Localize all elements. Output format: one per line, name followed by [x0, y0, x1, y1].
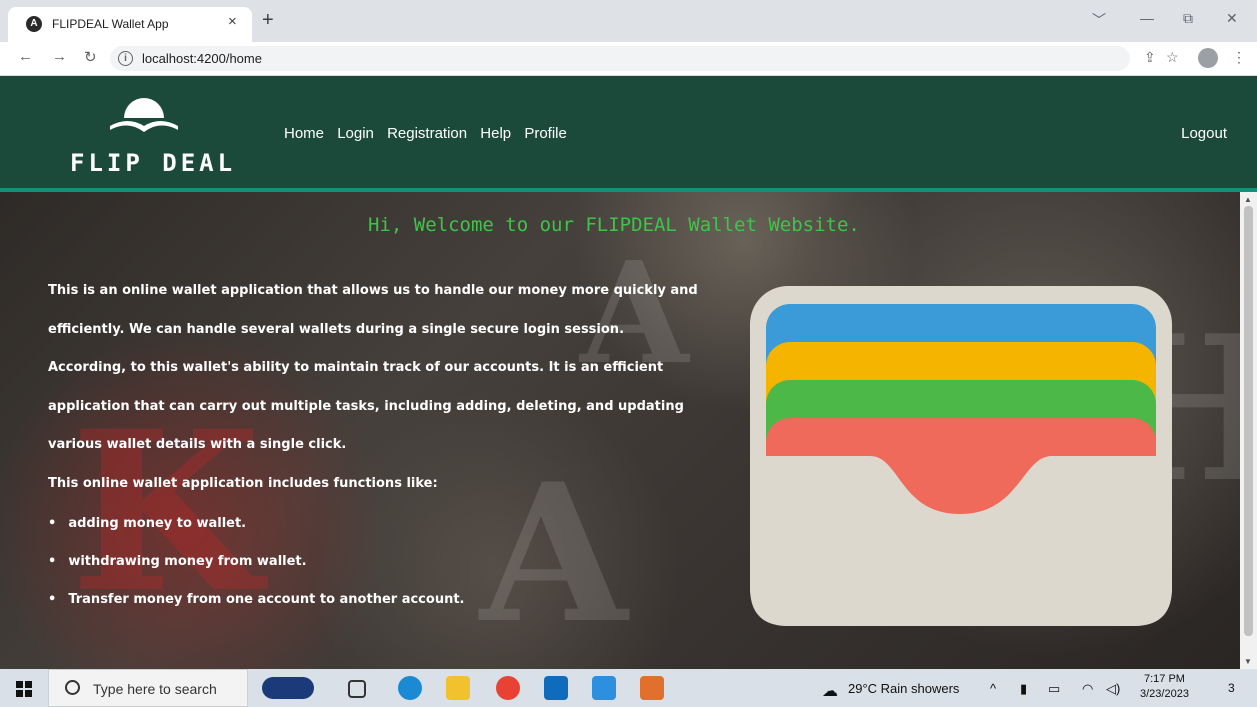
windows-start-icon[interactable] — [16, 681, 32, 697]
feature-item: Transfer money from one account to anoth… — [48, 581, 464, 619]
description-line: This online wallet application includes … — [48, 475, 438, 491]
scroll-up-icon[interactable]: ▲ — [1244, 195, 1252, 204]
notification-icon[interactable]: 3 — [1228, 681, 1235, 695]
browser-tab[interactable]: A FLIPDEAL Wallet App × — [8, 7, 252, 42]
bookmark-star-icon[interactable]: ☆ — [1166, 49, 1179, 66]
task-view-icon[interactable] — [348, 680, 366, 698]
tab-title: FLIPDEAL Wallet App — [52, 17, 169, 31]
app-favicon-icon: A — [26, 16, 42, 32]
file-explorer-icon[interactable] — [446, 676, 470, 700]
browser-toolbar: ← → ↻ i localhost:4200/home ⇪ ☆ ⋮ — [0, 42, 1257, 76]
app-header: FLIP DEAL Home Login Registration Help P… — [0, 76, 1257, 192]
share-icon[interactable]: ⇪ — [1144, 49, 1156, 66]
clock-date: 3/23/2023 — [1140, 688, 1189, 700]
feature-item: withdrawing money from wallet. — [48, 543, 464, 581]
weather-text[interactable]: 29°C Rain showers — [848, 681, 959, 696]
taskbar-search-input[interactable]: Type here to search — [48, 669, 248, 707]
search-placeholder: Type here to search — [93, 681, 217, 697]
feature-item: adding money to wallet. — [48, 505, 464, 543]
address-bar[interactable]: i localhost:4200/home — [110, 46, 1130, 71]
nav-help[interactable]: Help — [480, 125, 511, 142]
scroll-down-icon[interactable]: ▼ — [1244, 657, 1252, 666]
nav-login[interactable]: Login — [337, 125, 374, 142]
tray-chevron-icon[interactable]: ^ — [990, 681, 996, 696]
main-content: K A H A Hi, Welcome to our FLIPDEAL Wall… — [0, 192, 1240, 669]
logo-book-icon — [110, 98, 178, 132]
info-icon[interactable]: i — [118, 51, 133, 66]
main-nav: Home Login Registration Help Profile — [284, 125, 576, 142]
battery-icon[interactable]: ▭ — [1048, 681, 1060, 697]
reload-icon[interactable]: ↻ — [84, 48, 97, 66]
page-scrollbar[interactable]: ▲ ▼ — [1240, 192, 1257, 669]
app-badge-icon[interactable] — [640, 676, 664, 700]
close-window-button[interactable]: ✕ — [1226, 10, 1238, 27]
forward-icon[interactable]: → — [52, 48, 67, 65]
url-text[interactable]: localhost:4200/home — [142, 51, 262, 66]
scroll-thumb[interactable] — [1244, 206, 1253, 636]
volume-icon[interactable]: ◁) — [1106, 681, 1120, 697]
weather-icon[interactable]: ☁ — [822, 681, 838, 701]
minimize-button[interactable]: — — [1140, 10, 1154, 26]
restore-button[interactable]: ⧉ — [1183, 10, 1193, 27]
description-line: efficiently. We can handle several walle… — [48, 321, 625, 337]
wallet-illustration-icon — [750, 286, 1172, 626]
tab-search-icon[interactable]: ﹀ — [1092, 10, 1106, 30]
nav-home[interactable]: Home — [284, 125, 324, 142]
description-line: This is an online wallet application tha… — [48, 283, 698, 298]
tab-close-icon[interactable]: × — [228, 13, 237, 30]
browser-tabstrip: A FLIPDEAL Wallet App × + ﹀ — ⧉ ✕ — [0, 0, 1257, 42]
nav-registration[interactable]: Registration — [387, 125, 467, 142]
back-icon[interactable]: ← — [18, 48, 33, 65]
profile-avatar[interactable] — [1198, 48, 1218, 68]
new-tab-button[interactable]: + — [262, 10, 274, 30]
outlook-icon[interactable] — [544, 676, 568, 700]
logo-text[interactable]: FLIP DEAL — [70, 149, 236, 177]
edge-browser-icon[interactable] — [398, 676, 422, 700]
clock-time: 7:17 PM — [1143, 673, 1185, 685]
search-icon — [65, 680, 80, 695]
description-line: According, to this wallet's ability to m… — [48, 360, 664, 375]
description-line: application that can carry out multiple … — [48, 398, 684, 414]
app-description: This is an online wallet application tha… — [48, 272, 728, 503]
logout-link[interactable]: Logout — [1181, 125, 1227, 142]
windows-taskbar: Type here to search ☁ 29°C Rain showers … — [0, 669, 1257, 707]
feature-list: adding money to wallet. withdrawing mone… — [48, 505, 464, 619]
menu-kebab-icon[interactable]: ⋮ — [1232, 49, 1246, 66]
wifi-icon[interactable]: ◠ — [1082, 681, 1093, 697]
vscode-icon[interactable] — [592, 676, 616, 700]
chrome-browser-icon[interactable] — [496, 676, 520, 700]
description-line: various wallet details with a single cli… — [48, 437, 347, 452]
welcome-heading: Hi, Welcome to our FLIPDEAL Wallet Websi… — [368, 214, 860, 236]
network-icon[interactable]: ▮ — [1020, 681, 1027, 697]
ford-app-icon[interactable] — [262, 677, 314, 699]
taskbar-clock[interactable]: 7:17 PM 3/23/2023 — [1140, 672, 1189, 702]
nav-profile[interactable]: Profile — [524, 125, 567, 142]
